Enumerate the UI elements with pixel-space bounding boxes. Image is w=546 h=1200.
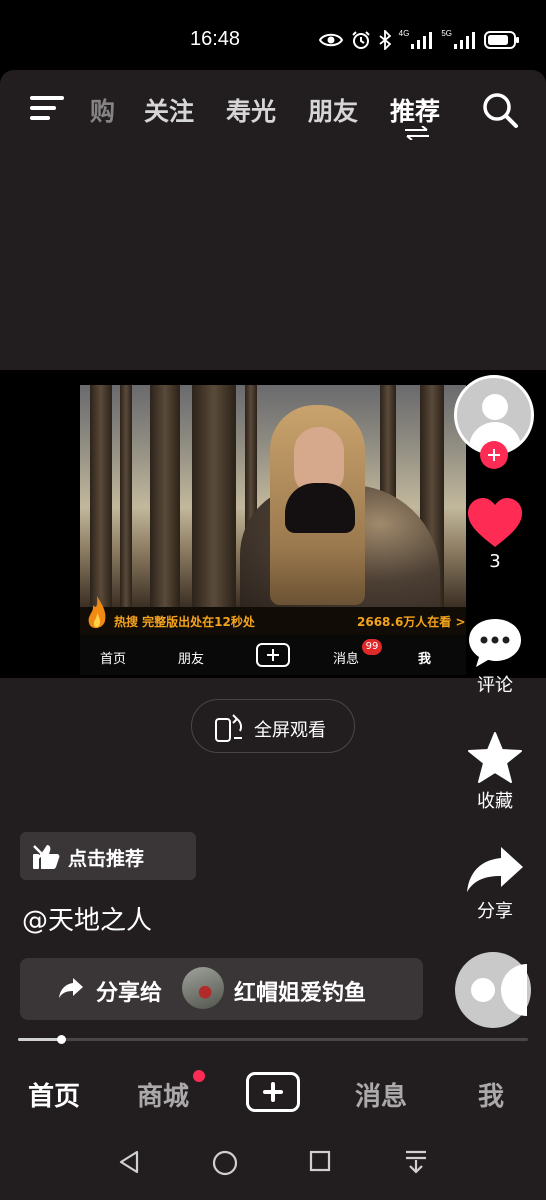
video-nav-messages: 消息 (333, 652, 360, 667)
eye-icon (318, 33, 343, 47)
system-nav (0, 1132, 546, 1200)
app-container: 购 关注 寿光 朋友 推荐 热搜 完整版出处在12秒处 2668.6万人在看 >… (0, 70, 546, 1200)
back-icon[interactable] (118, 1150, 140, 1174)
fullscreen-button[interactable]: 全屏观看 (191, 699, 355, 753)
like-button[interactable]: 3 (452, 497, 538, 572)
comment-button[interactable]: 评论 (452, 617, 538, 697)
alarm-icon (351, 31, 370, 49)
net-4g-label: 4G (398, 29, 410, 38)
nav-mall[interactable]: 商城 (137, 1076, 189, 1113)
nav-create-plus-icon[interactable] (246, 1072, 300, 1112)
friend-name: 红帽姐爱钓鱼 (234, 981, 367, 1006)
comment-icon (469, 619, 521, 667)
tab-shopping[interactable]: 购 (90, 92, 115, 128)
bottom-nav: 首页 商城 消息 我 (0, 1048, 546, 1132)
playback-progress-fill (18, 1038, 62, 1041)
collapse-down-icon[interactable] (404, 1150, 428, 1174)
video-nav-home: 首页 (100, 652, 127, 667)
share-to-label: 分享给 (96, 981, 163, 1006)
recommend-label: 点击推荐 (68, 848, 145, 870)
tab-following[interactable]: 关注 (144, 92, 194, 128)
chevron-right-icon (33, 845, 44, 863)
top-nav: 购 关注 寿光 朋友 推荐 (0, 70, 546, 150)
heart-icon (468, 498, 522, 547)
music-disc[interactable] (455, 952, 531, 1028)
video-nav-plus-icon (256, 643, 290, 667)
tab-friends[interactable]: 朋友 (308, 92, 358, 128)
playback-progress[interactable] (18, 1035, 528, 1044)
status-bar: 16:48 4G 5G (0, 0, 546, 70)
video-nav-badge: 99 (362, 639, 382, 655)
signal-4g-icon (411, 32, 433, 49)
share-label: 分享 (477, 901, 513, 922)
share-button[interactable]: 分享 (452, 845, 538, 923)
nav-mall-dot (193, 1070, 205, 1082)
share-to-friend-bar[interactable]: 分享给 红帽姐爱钓鱼 (20, 958, 423, 1020)
tab-local-city[interactable]: 寿光 (226, 92, 276, 128)
rotate-screen-icon (215, 714, 242, 742)
author-name[interactable]: @天地之人 (22, 900, 152, 937)
tab-recommended[interactable]: 推荐 (390, 92, 440, 128)
share-arrow-icon (59, 978, 83, 998)
battery-icon (484, 31, 519, 49)
video-frame: 热搜 完整版出处在12秒处 2668.6万人在看 > 首页 朋友 消息 99 我 (80, 385, 466, 675)
signal-5g-icon (454, 32, 475, 49)
fire-icon (88, 596, 106, 629)
favorite-button[interactable]: 收藏 (452, 731, 538, 813)
video-scene (80, 385, 466, 615)
video-nav-friends: 朋友 (178, 652, 205, 667)
share-icon (467, 847, 523, 892)
net-5g-label: 5G (441, 29, 452, 38)
nav-home[interactable]: 首页 (28, 1076, 80, 1113)
home-circle-icon[interactable] (212, 1150, 238, 1176)
recents-square-icon[interactable] (309, 1150, 331, 1172)
friend-avatar (182, 967, 224, 1009)
ticker-viewers: 2668.6万人在看 > (357, 615, 466, 629)
recommend-chip[interactable]: 点击推荐 (20, 832, 196, 880)
bluetooth-icon (379, 30, 391, 50)
menu-icon[interactable] (30, 94, 66, 122)
status-icons: 4G 5G (318, 28, 520, 52)
ticker-hot-search: 热搜 完整版出处在12秒处 (114, 615, 255, 629)
status-time: 16:48 (190, 28, 241, 50)
star-icon (468, 732, 522, 783)
favorite-label: 收藏 (477, 791, 513, 812)
search-icon[interactable] (480, 90, 520, 130)
like-count: 3 (489, 551, 501, 572)
video-ticker: 热搜 完整版出处在12秒处 2668.6万人在看 > (80, 596, 466, 635)
swap-icon[interactable] (404, 126, 430, 140)
follow-plus-button[interactable] (480, 441, 508, 469)
comment-label: 评论 (477, 675, 513, 696)
nav-me[interactable]: 我 (478, 1076, 504, 1113)
nav-messages[interactable]: 消息 (355, 1076, 407, 1113)
video-nav-me: 我 (418, 652, 432, 667)
fullscreen-label: 全屏观看 (254, 720, 326, 741)
playback-progress-knob[interactable] (57, 1035, 67, 1044)
video-inner-nav: 首页 朋友 消息 99 我 (80, 635, 466, 675)
